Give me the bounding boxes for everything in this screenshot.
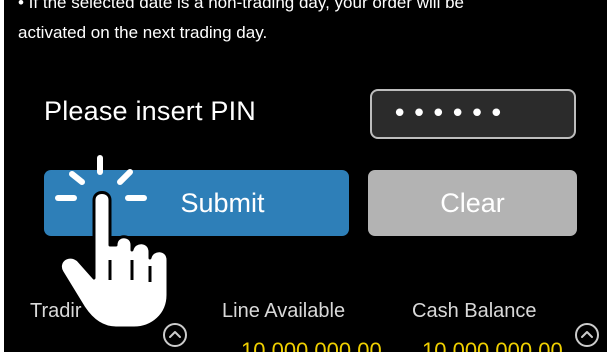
- pin-input[interactable]: ••••••: [370, 89, 576, 139]
- chevron-up-circle-icon[interactable]: [574, 322, 600, 348]
- order-notice: • If the selected date is a non-trading …: [18, 0, 598, 48]
- tap-hand-icon: [55, 155, 170, 330]
- notice-line-1: • If the selected date is a non-trading …: [18, 0, 464, 12]
- pin-confirmation-screen: • If the selected date is a non-trading …: [4, 0, 607, 352]
- cash-balance-value: 10,000,000.00: [422, 338, 563, 352]
- clear-button[interactable]: Clear: [368, 170, 577, 236]
- pin-label: Please insert PIN: [44, 96, 256, 126]
- clear-button-label: Clear: [440, 187, 505, 218]
- notice-line-2: activated on the next trading day.: [18, 23, 268, 42]
- line-available-label: Line Available: [222, 300, 346, 322]
- line-available-value: 10,000,000.00: [241, 338, 382, 352]
- cash-balance-label: Cash Balance: [412, 300, 537, 322]
